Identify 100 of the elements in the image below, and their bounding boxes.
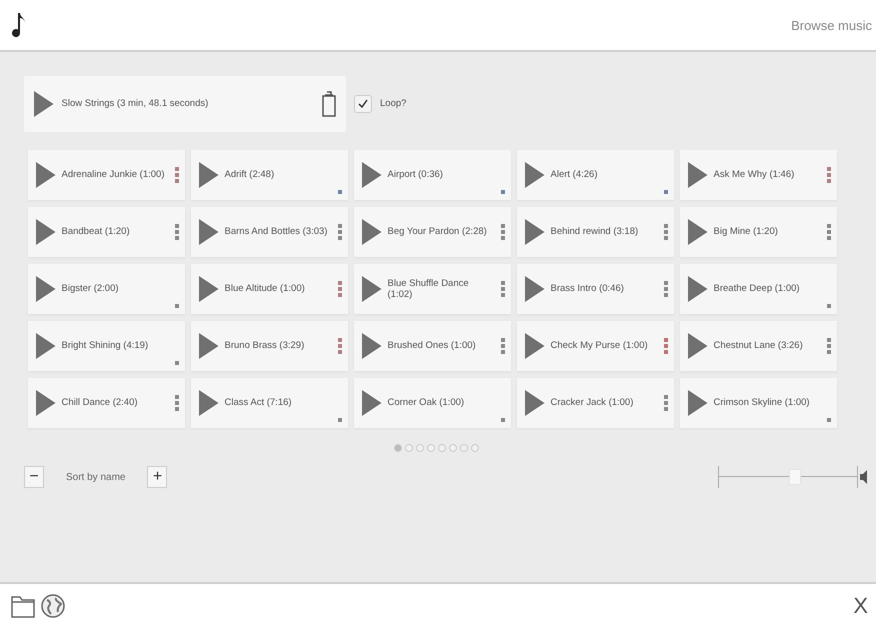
track-tile[interactable]: Ask Me Why (1:46) (680, 150, 837, 200)
track-title: Chestnut Lane (3:26) (714, 340, 804, 352)
track-tile[interactable]: Behind rewind (3:18) (517, 207, 674, 257)
drag-handle-icon[interactable] (664, 395, 668, 411)
slider-thumb[interactable] (788, 469, 801, 485)
loop-checkbox[interactable] (354, 95, 372, 113)
page-dot[interactable] (438, 444, 446, 452)
drag-handle-icon[interactable] (175, 224, 179, 240)
track-tile[interactable]: Check My Purse (1:00) (517, 321, 674, 371)
page-dot[interactable] (404, 444, 412, 452)
track-title: Corner Oak (1:00) (388, 397, 466, 409)
play-icon[interactable] (362, 219, 382, 245)
play-icon[interactable] (688, 162, 708, 188)
drag-handle-icon[interactable] (664, 281, 668, 297)
play-icon[interactable] (36, 219, 56, 245)
play-icon[interactable] (525, 162, 544, 188)
decrease-button[interactable]: − (24, 466, 44, 488)
track-title: Beg Your Pardon (2:28) (388, 226, 488, 238)
track-title: Big Mine (1:20) (714, 226, 779, 238)
play-icon[interactable] (36, 162, 56, 188)
track-tile[interactable]: Bright Shining (4:19) (28, 321, 185, 371)
track-tile[interactable]: Chill Dance (2:40) (28, 378, 185, 428)
track-tile[interactable]: Beg Your Pardon (2:28) (354, 207, 511, 257)
volume-slider[interactable] (718, 466, 858, 488)
track-tile[interactable]: Cracker Jack (1:00) (517, 378, 674, 428)
page-dot[interactable] (460, 444, 468, 452)
drag-handle-icon[interactable] (827, 167, 831, 183)
drag-handle-icon[interactable] (338, 224, 342, 240)
drag-handle-icon[interactable] (827, 338, 831, 354)
page-dot[interactable] (426, 444, 434, 452)
track-tile[interactable]: Crimson Skyline (1:00) (680, 378, 837, 428)
track-title: Chill Dance (2:40) (62, 397, 139, 409)
play-icon[interactable] (34, 91, 54, 117)
track-tile[interactable]: Adrenaline Junkie (1:00) (28, 150, 185, 200)
track-title: Ask Me Why (1:46) (714, 169, 796, 181)
track-title: Adrenaline Junkie (1:00) (62, 169, 166, 181)
drag-handle-icon[interactable] (175, 395, 179, 411)
page-dot[interactable] (416, 444, 424, 452)
play-icon[interactable] (525, 390, 544, 416)
play-icon[interactable] (199, 276, 218, 302)
play-icon[interactable] (36, 276, 56, 302)
drag-handle-icon[interactable] (338, 338, 342, 354)
drag-handle-icon[interactable] (664, 224, 668, 240)
play-icon[interactable] (36, 390, 56, 416)
drag-handle-icon[interactable] (338, 281, 342, 297)
track-title: Airport (0:36) (388, 169, 444, 181)
track-tile[interactable]: Adrift (2:48) (191, 150, 348, 200)
track-tile[interactable]: Barns And Bottles (3:03) (191, 207, 348, 257)
play-icon[interactable] (362, 333, 382, 359)
play-icon[interactable] (362, 276, 382, 302)
track-title: Crimson Skyline (1:00) (714, 397, 811, 409)
page-dot[interactable] (448, 444, 456, 452)
track-tile[interactable]: Blue Shuffle Dance (1:02) (354, 264, 511, 314)
track-title: Breathe Deep (1:00) (714, 283, 801, 295)
drag-handle-icon[interactable] (175, 167, 179, 183)
track-tile[interactable]: Bigster (2:00) (28, 264, 185, 314)
play-icon[interactable] (688, 219, 708, 245)
track-tile[interactable]: Class Act (7:16) (191, 378, 348, 428)
play-icon[interactable] (199, 219, 218, 245)
track-tile[interactable]: Blue Altitude (1:00) (191, 264, 348, 314)
track-title: Class Act (7:16) (224, 397, 293, 409)
play-icon[interactable] (36, 333, 56, 359)
play-icon[interactable] (199, 390, 218, 416)
play-icon[interactable] (525, 333, 544, 359)
speaker-icon[interactable] (858, 470, 868, 484)
track-tile[interactable]: Bandbeat (1:20) (28, 207, 185, 257)
track-title: Behind rewind (3:18) (550, 226, 640, 238)
play-icon[interactable] (362, 162, 382, 188)
drag-handle-icon[interactable] (501, 281, 505, 297)
drag-handle-icon[interactable] (501, 224, 505, 240)
track-tile[interactable]: Corner Oak (1:00) (354, 378, 511, 428)
play-icon[interactable] (362, 390, 382, 416)
track-title: Bright Shining (4:19) (62, 340, 150, 352)
track-tile[interactable]: Bruno Brass (3:29) (191, 321, 348, 371)
drag-handle-icon[interactable] (827, 224, 831, 240)
drag-handle-icon[interactable] (664, 338, 668, 354)
play-icon[interactable] (688, 390, 708, 416)
play-icon[interactable] (525, 276, 544, 302)
track-tile[interactable]: Brushed Ones (1:00) (354, 321, 511, 371)
play-icon[interactable] (199, 162, 218, 188)
trash-icon[interactable] (322, 91, 336, 117)
track-tile[interactable]: Airport (0:36) (354, 150, 511, 200)
browse-music-link[interactable]: Browse music (791, 18, 872, 32)
close-button[interactable]: X (853, 593, 868, 619)
play-icon[interactable] (688, 276, 708, 302)
track-tile[interactable]: Big Mine (1:20) (680, 207, 837, 257)
play-icon[interactable] (525, 219, 544, 245)
music-note-icon (12, 12, 26, 38)
track-tile[interactable]: Brass Intro (0:46) (517, 264, 674, 314)
track-tile[interactable]: Breathe Deep (1:00) (680, 264, 837, 314)
track-tile[interactable]: Chestnut Lane (3:26) (680, 321, 837, 371)
increase-button[interactable]: + (147, 466, 168, 488)
play-icon[interactable] (199, 333, 218, 359)
page-dot[interactable] (470, 444, 478, 452)
play-icon[interactable] (688, 333, 708, 359)
page-dot[interactable] (394, 444, 402, 452)
track-tile[interactable]: Alert (4:26) (517, 150, 674, 200)
globe-icon[interactable] (40, 593, 66, 619)
track-title: Bandbeat (1:20) (62, 226, 131, 238)
drag-handle-icon[interactable] (501, 338, 505, 354)
